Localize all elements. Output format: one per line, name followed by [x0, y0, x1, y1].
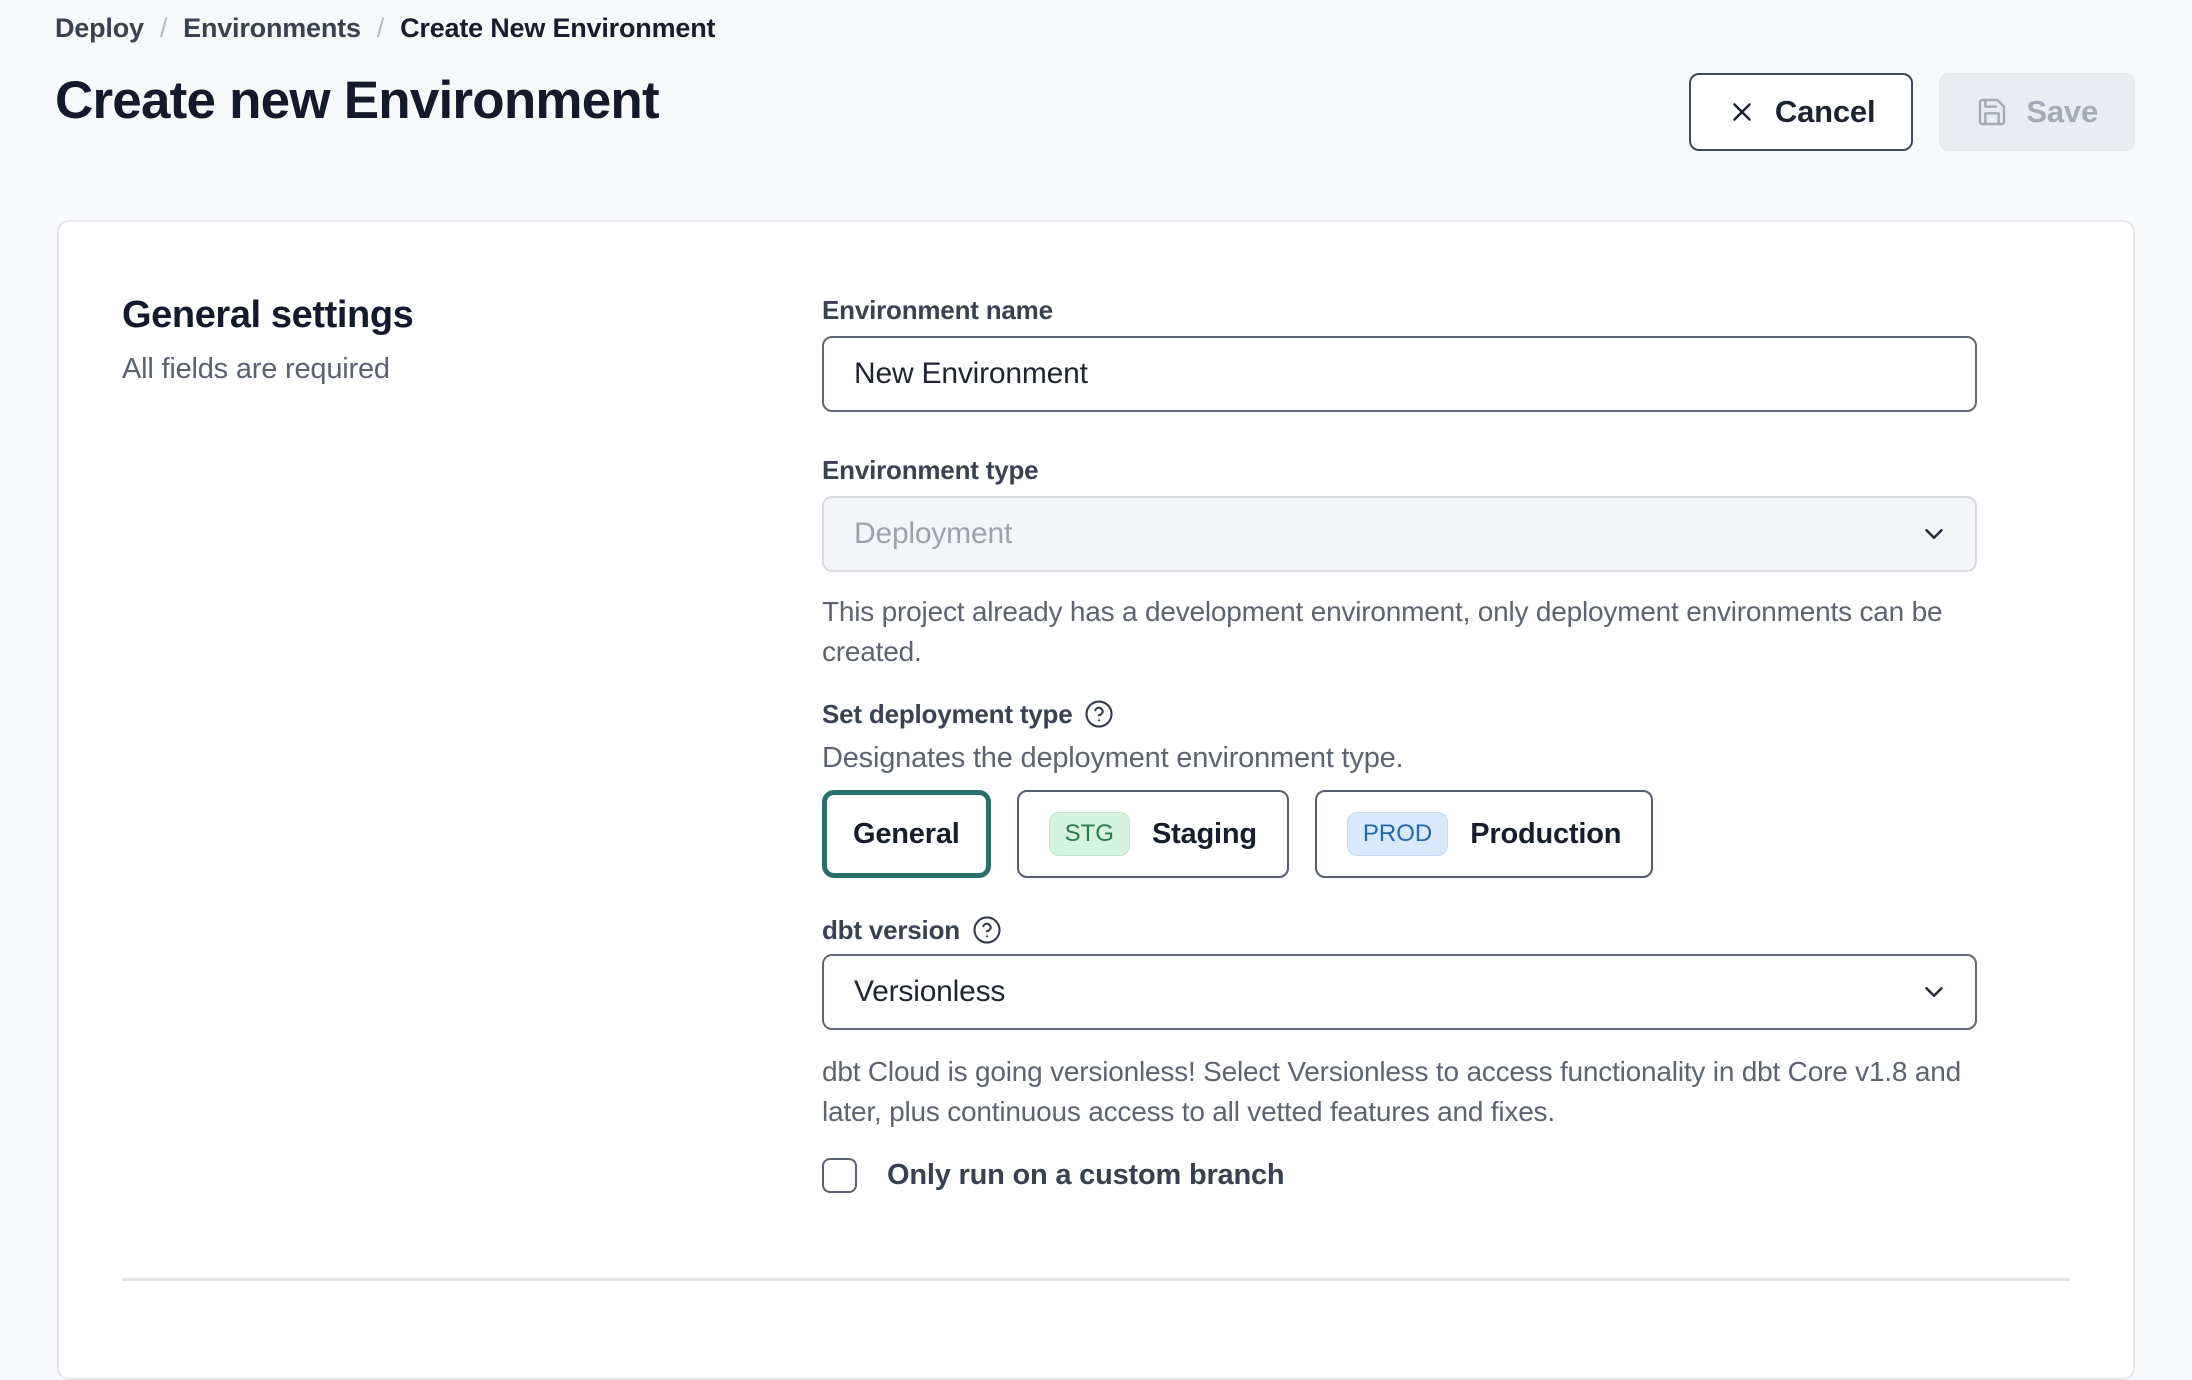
environment-type-select[interactable]: Deployment [822, 496, 1977, 572]
environment-name-input[interactable] [822, 336, 1977, 412]
environment-type-label: Environment type [822, 454, 1977, 486]
production-badge: PROD [1347, 812, 1448, 856]
deployment-type-production-label: Production [1470, 818, 1621, 851]
close-icon [1727, 97, 1757, 127]
deployment-type-label-text: Set deployment type [822, 698, 1072, 730]
page-title: Create new Environment [55, 70, 659, 131]
cancel-button-label: Cancel [1775, 94, 1875, 130]
save-button-label: Save [2026, 94, 2098, 130]
deployment-type-production-button[interactable]: PROD Production [1315, 790, 1653, 878]
section-divider [122, 1278, 2070, 1281]
help-circle-icon[interactable] [1084, 699, 1114, 729]
breadcrumb-separator: / [377, 10, 384, 46]
deployment-type-label: Set deployment type [822, 698, 1977, 730]
general-settings-heading: General settings [122, 294, 822, 337]
deployment-type-options: General STG Staging PROD Production [822, 790, 1977, 878]
custom-branch-row[interactable]: Only run on a custom branch [822, 1158, 1977, 1193]
breadcrumb-deploy[interactable]: Deploy [55, 10, 144, 46]
dbt-version-label: dbt version [822, 914, 1977, 946]
chevron-down-icon [1919, 519, 1949, 549]
dbt-version-helper: dbt Cloud is going versionless! Select V… [822, 1052, 1977, 1132]
header-actions: Cancel Save [1689, 73, 2135, 151]
settings-card: General settings All fields are required… [57, 220, 2135, 1380]
chevron-down-icon [1919, 977, 1949, 1007]
breadcrumb-current-page: Create New Environment [400, 10, 715, 46]
deployment-type-staging-label: Staging [1152, 818, 1257, 851]
help-circle-icon[interactable] [972, 915, 1002, 945]
save-icon [1976, 96, 2008, 128]
cancel-button[interactable]: Cancel [1689, 73, 1913, 151]
dbt-version-value: Versionless [854, 975, 1005, 1009]
save-button[interactable]: Save [1939, 73, 2135, 151]
breadcrumb-separator: / [160, 10, 167, 46]
deployment-type-description: Designates the deployment environment ty… [822, 740, 1977, 776]
environment-type-value: Deployment [854, 517, 1012, 551]
staging-badge: STG [1049, 812, 1130, 856]
custom-branch-checkbox[interactable] [822, 1158, 857, 1193]
dbt-version-select[interactable]: Versionless [822, 954, 1977, 1030]
breadcrumb-environments[interactable]: Environments [183, 10, 361, 46]
breadcrumb: Deploy / Environments / Create New Envir… [55, 10, 715, 46]
general-settings-subtitle: All fields are required [122, 353, 822, 386]
deployment-type-general-button[interactable]: General [822, 790, 991, 878]
dbt-version-label-text: dbt version [822, 914, 960, 946]
deployment-type-staging-button[interactable]: STG Staging [1017, 790, 1289, 878]
environment-type-helper: This project already has a development e… [822, 592, 1977, 672]
custom-branch-label: Only run on a custom branch [887, 1159, 1284, 1192]
environment-name-label: Environment name [822, 294, 1977, 326]
deployment-type-general-label: General [853, 818, 960, 851]
